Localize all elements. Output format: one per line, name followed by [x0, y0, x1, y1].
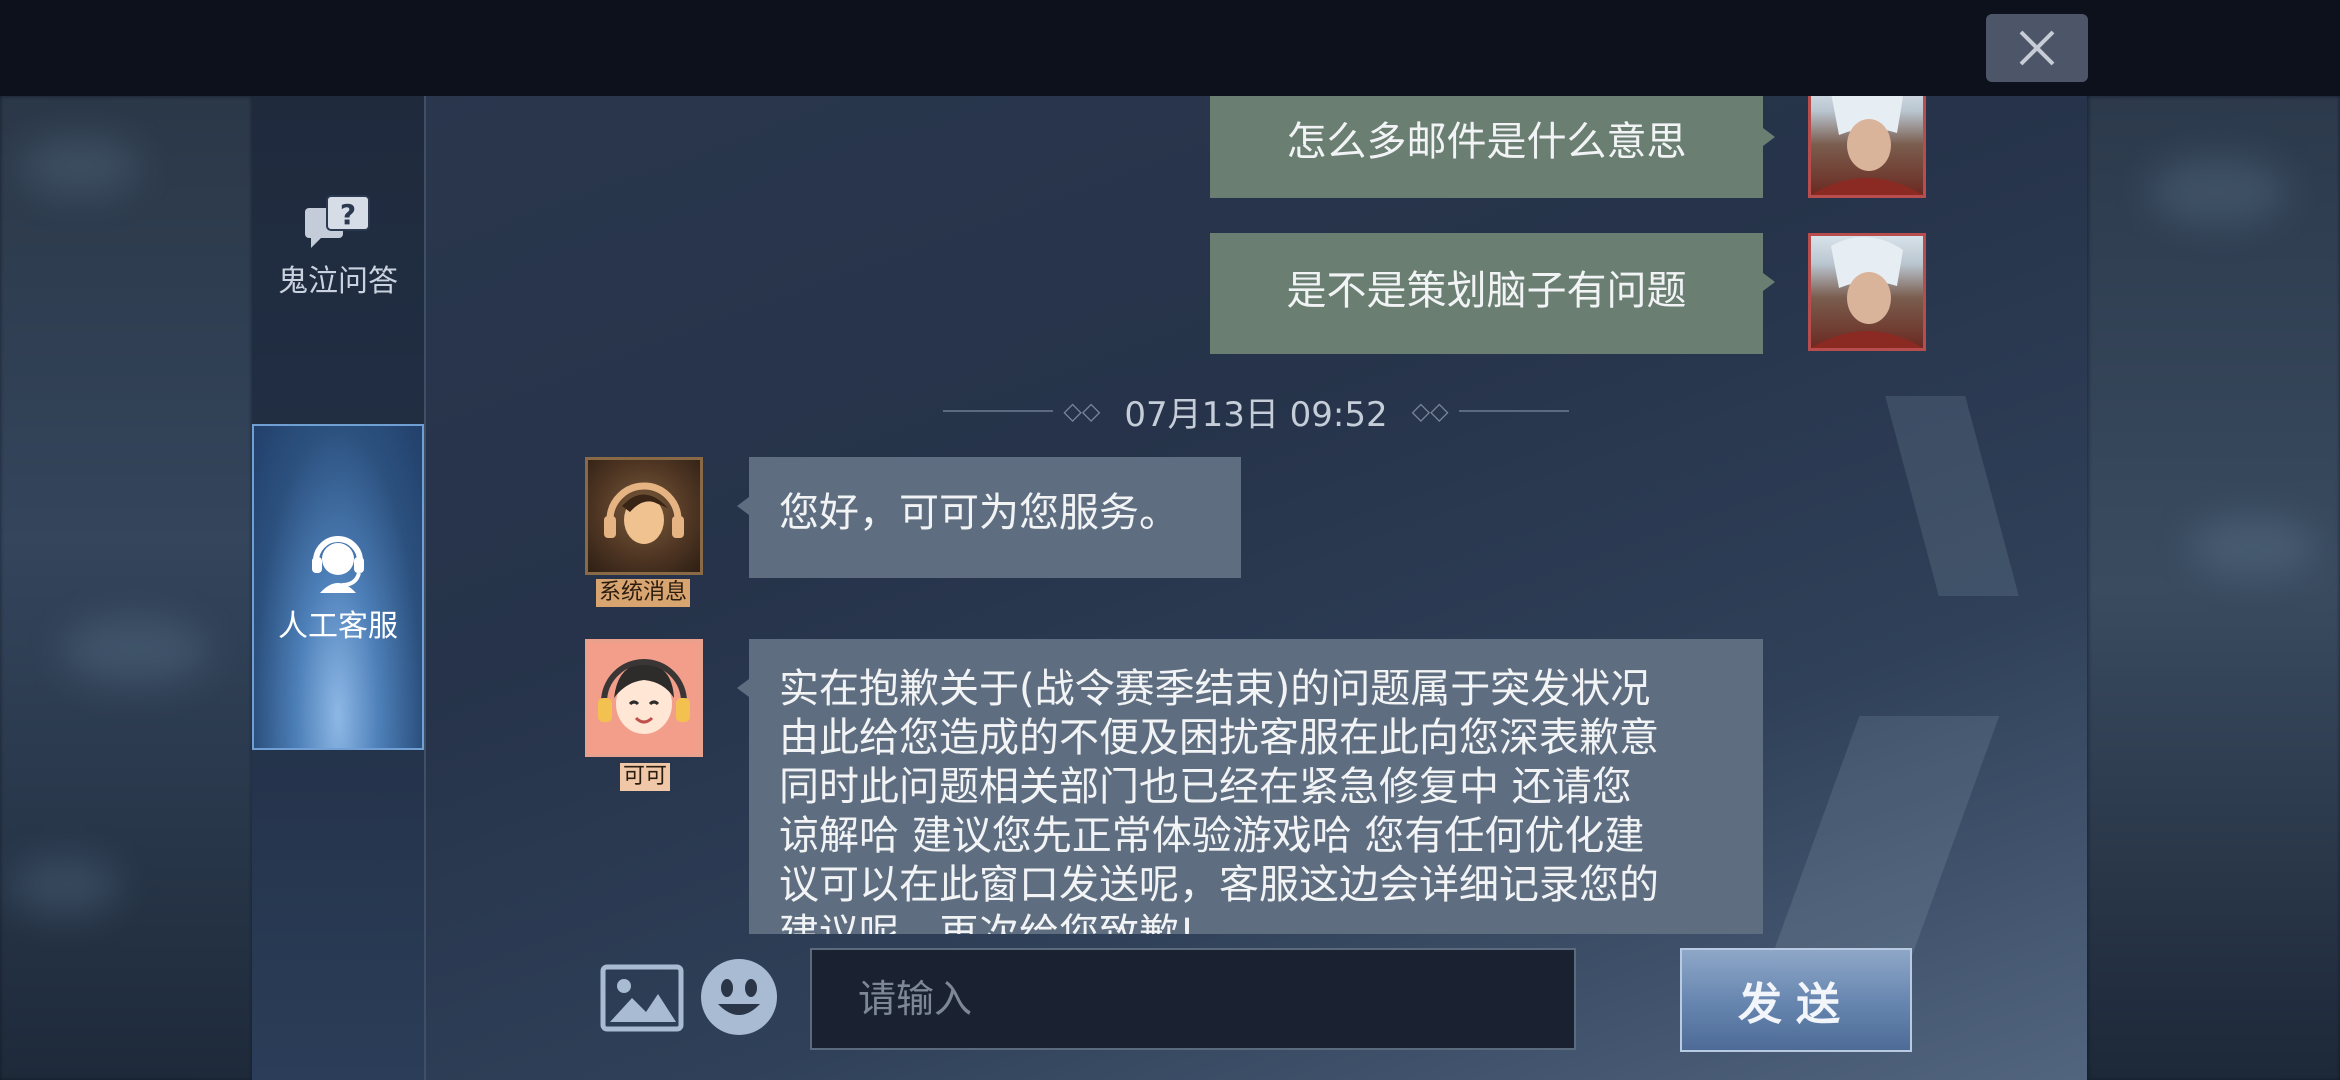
- message-text: 是不是策划脑子有问题: [1286, 268, 1687, 314]
- sidebar-item-human-service[interactable]: 人工客服: [252, 424, 424, 750]
- user-avatar[interactable]: [1808, 233, 1926, 351]
- message-bubble-user: 是不是策划脑子有问题: [1210, 233, 1775, 354]
- emoji-icon: [701, 959, 777, 1035]
- sidebar-item-label: 鬼泣问答: [278, 264, 398, 299]
- close-icon: [2019, 30, 2055, 66]
- image-icon: [600, 964, 684, 1032]
- background-left: [0, 96, 252, 1080]
- input-bar: 发送: [426, 934, 2086, 1080]
- message-line: 谅解哈 建议您先正常体验游戏哈 您有任何优化建: [779, 813, 1645, 859]
- message-bubble-user: 怎么多邮件是什么意思: [1210, 96, 1775, 198]
- diamond-icon: ◇◇: [1063, 397, 1101, 425]
- question-bubble-icon: ?: [305, 195, 370, 248]
- message-bubble-agent: 实在抱歉关于(战令赛季结束)的问题属于突发状况 由此给您造成的不便及困扰客服在此…: [737, 639, 1763, 934]
- agent-avatar: [585, 639, 703, 757]
- chat-timestamp: ◇◇ 07月13日 09:52 ◇◇: [426, 386, 2086, 436]
- timestamp-text: 07月13日 09:52: [1124, 394, 1388, 435]
- message-line: 实在抱歉关于(战令赛季结束)的问题属于突发状况: [779, 666, 1651, 712]
- divider: [943, 410, 1054, 412]
- message-text: 怎么多邮件是什么意思: [1286, 119, 1687, 165]
- top-bar: [0, 0, 2340, 96]
- close-button[interactable]: [1986, 14, 2088, 82]
- message-line: 由此给您造成的不便及困扰客服在此向您深表歉意: [779, 715, 1659, 761]
- send-button-label: 发送: [1738, 979, 1854, 1030]
- svg-text:?: ?: [340, 198, 356, 231]
- chat-messages: 怎么多邮件是什么意思 是不是策划脑子有问题 系统消息 您好，可可为您服务。 可可…: [426, 96, 2086, 934]
- headset-agent-icon: [312, 536, 364, 593]
- message-line: 议可以在此窗口发送呢，客服这边会详细记录您的: [779, 862, 1659, 908]
- avatar-tag: 系统消息: [596, 579, 691, 607]
- sidebar: ? 鬼泣问答 人工客服: [252, 96, 426, 1080]
- message-text: 您好，可可为您服务。: [779, 490, 1179, 536]
- send-button[interactable]: 发送: [1680, 948, 1912, 1052]
- message-line: 建议呢，再次给您致歉!: [779, 911, 1196, 934]
- message-bubble-system: 您好，可可为您服务。: [737, 457, 1241, 578]
- avatar-tag: 可可: [620, 763, 671, 791]
- message-line: 同时此问题相关部门也已经在紧急修复中 还请您: [779, 764, 1632, 810]
- background-right: [2088, 96, 2340, 1080]
- message-input[interactable]: [810, 948, 1576, 1050]
- diamond-icon: ◇◇: [1411, 397, 1449, 425]
- sidebar-item-label: 人工客服: [278, 609, 398, 644]
- sidebar-item-qa[interactable]: ? 鬼泣问答: [252, 194, 424, 304]
- system-avatar: [585, 457, 703, 575]
- divider: [1458, 410, 1569, 412]
- user-avatar[interactable]: [1808, 96, 1926, 198]
- emoji-button[interactable]: [698, 956, 780, 1038]
- send-image-button[interactable]: [600, 964, 684, 1032]
